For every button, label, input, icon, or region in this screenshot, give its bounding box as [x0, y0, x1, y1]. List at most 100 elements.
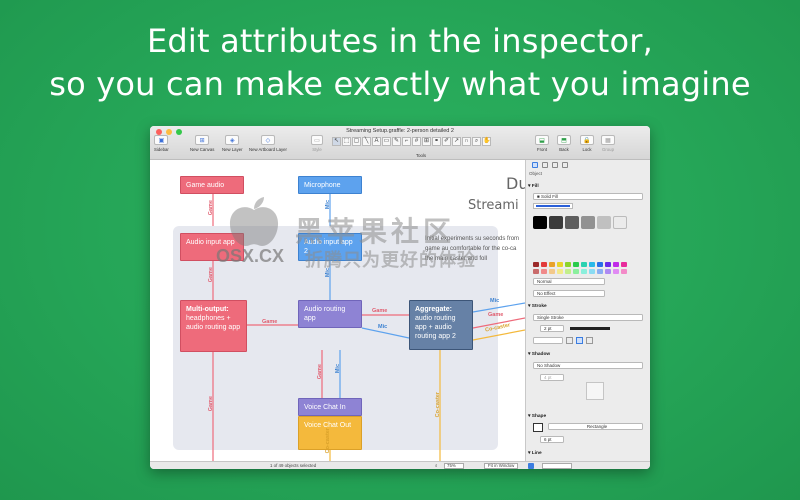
new-layer-label: New Layer	[222, 147, 243, 152]
arrow-tool-icon[interactable]: ↗	[452, 137, 461, 146]
swatch[interactable]	[533, 269, 539, 274]
swatch[interactable]	[605, 262, 611, 267]
object-tab-icon[interactable]	[532, 162, 538, 168]
shadow-size-field[interactable]: 4 pt	[540, 374, 564, 381]
back-toolbar-item[interactable]: ⬒ Back	[557, 135, 571, 152]
stroke-type-select[interactable]: Single Stroke	[533, 314, 643, 321]
fill-effect-select[interactable]: No Effect	[533, 290, 605, 297]
new-layer-toolbar-item[interactable]: ◈ New Layer	[222, 135, 243, 152]
swatch[interactable]	[549, 269, 555, 274]
shadow-offset-pad[interactable]	[586, 382, 604, 400]
stroke-width-field[interactable]: 2 pt	[540, 325, 564, 332]
fill-type-select[interactable]: ■ Solid Fill	[533, 193, 643, 200]
link-tool-icon[interactable]: ⚭	[432, 137, 441, 146]
swatch[interactable]	[621, 262, 627, 267]
corner-radius-field[interactable]: 6 pt	[540, 436, 564, 443]
swatch[interactable]	[581, 269, 587, 274]
node-microphone[interactable]: Microphone	[298, 176, 362, 194]
swatch[interactable]	[613, 262, 619, 267]
swatch[interactable]	[621, 269, 627, 274]
blend-mode-select[interactable]: Normal	[533, 278, 605, 285]
fill-color-well[interactable]	[533, 203, 573, 209]
zoom-icon[interactable]: ⌕	[472, 137, 481, 146]
node-audio-routing-app[interactable]: Audio routing app	[298, 300, 362, 328]
zoom-out-icon[interactable]: ⌕	[435, 462, 437, 469]
swatch-light-gray[interactable]	[597, 216, 611, 229]
shadow-type-select[interactable]: No Shadow	[533, 362, 643, 369]
fill-section-header[interactable]: ▾ Fill	[528, 184, 539, 189]
swatch[interactable]	[573, 262, 579, 267]
color-swatches-large	[533, 216, 627, 229]
diagonal-tool-icon[interactable]: ╲	[362, 137, 371, 146]
shadow-section-header[interactable]: ▾ Shadow	[528, 352, 550, 357]
new-artboard-layer-toolbar-item[interactable]: ◇ New Artboard Layer	[249, 135, 287, 152]
group-toolbar-item[interactable]: ▦ Group	[601, 135, 615, 152]
swatch[interactable]	[613, 269, 619, 274]
swatch[interactable]	[573, 269, 579, 274]
sidebar-toolbar-item[interactable]: ▣ Sidebar	[154, 135, 169, 152]
edge-label-game: Game	[317, 364, 323, 380]
node-voice-chat-in[interactable]: Voice Chat In	[298, 398, 362, 416]
line-join-icon[interactable]	[576, 337, 583, 344]
swatch[interactable]	[541, 262, 547, 267]
swatch[interactable]	[581, 262, 587, 267]
swatch-white[interactable]	[613, 216, 627, 229]
style-toolbar-item[interactable]: ▭ Style	[311, 135, 323, 152]
swatch-gray[interactable]	[565, 216, 579, 229]
properties-tab-icon[interactable]	[542, 162, 548, 168]
swatch-dark-gray[interactable]	[549, 216, 563, 229]
canvas-tab-icon[interactable]	[552, 162, 558, 168]
zoom-level-field[interactable]: 75%	[444, 462, 464, 469]
text-icon[interactable]: A	[372, 137, 381, 146]
stroke-section-header[interactable]: ▾ Stroke	[528, 304, 547, 309]
line-section-header[interactable]: ▾ Line	[528, 451, 542, 456]
line-style-pickers[interactable]	[542, 462, 572, 469]
rectangle-shape-icon[interactable]	[533, 423, 543, 432]
node-microphone-label: Microphone	[304, 182, 341, 189]
grid-tool-icon[interactable]: #	[412, 137, 421, 146]
swatch[interactable]	[565, 269, 571, 274]
diagram-tool-icon[interactable]: ⊞	[422, 137, 431, 146]
canvas-area[interactable]: Game audio Microphone Audio input app Au…	[150, 160, 525, 461]
shadow-type-value: No Shadow	[537, 363, 561, 368]
hand-icon[interactable]: ✋	[482, 137, 491, 146]
pencil-icon[interactable]: ✐	[442, 137, 451, 146]
line-join-bevel-icon[interactable]	[586, 337, 593, 344]
node-aggregate[interactable]: Aggregate: audio routing app + audio rou…	[409, 300, 473, 350]
front-toolbar-item[interactable]: ⬓ Front	[535, 135, 549, 152]
stroke-preview[interactable]	[570, 327, 610, 330]
swatch[interactable]	[589, 262, 595, 267]
add-icon[interactable]	[528, 462, 534, 469]
stroke-dash-select[interactable]	[533, 337, 563, 344]
swatch[interactable]	[605, 269, 611, 274]
document-tab-icon[interactable]	[562, 162, 568, 168]
swatch[interactable]	[589, 269, 595, 274]
swatch[interactable]	[557, 269, 563, 274]
selection-icon[interactable]: ⬚	[342, 137, 351, 146]
line-tool-icon[interactable]: ⌐	[402, 137, 411, 146]
node-game-audio[interactable]: Game audio	[180, 176, 244, 194]
swatch-mid-gray[interactable]	[581, 216, 595, 229]
swatch-black[interactable]	[533, 216, 547, 229]
swatch[interactable]	[541, 269, 547, 274]
pointer-icon[interactable]: ↖	[332, 137, 341, 146]
rectangle-tool-icon[interactable]: ▢	[352, 137, 361, 146]
swatch[interactable]	[557, 262, 563, 267]
edge-label-game: Game	[488, 312, 504, 318]
new-canvas-toolbar-item[interactable]: ⊞ New Canvas	[190, 135, 214, 152]
swatch[interactable]	[597, 262, 603, 267]
swatch[interactable]	[597, 269, 603, 274]
node-multi-output[interactable]: Multi-output: headphones + audio routing…	[180, 300, 247, 352]
shape-tool-icon[interactable]: ▭	[382, 137, 391, 146]
magnet-icon[interactable]: ∩	[462, 137, 471, 146]
fit-in-window-button[interactable]: Fit in Window	[484, 462, 519, 469]
pen-icon[interactable]: ✎	[392, 137, 401, 146]
swatch[interactable]	[549, 262, 555, 267]
swatch[interactable]	[565, 262, 571, 267]
swatch[interactable]	[533, 262, 539, 267]
line-cap-icon[interactable]	[566, 337, 573, 344]
shape-section-header[interactable]: ▾ Shape	[528, 414, 546, 419]
lock-toolbar-item[interactable]: 🔒 Lock	[580, 135, 594, 152]
shape-type-select[interactable]: Rectangle	[548, 423, 643, 430]
inspector-header: Object	[529, 171, 543, 176]
